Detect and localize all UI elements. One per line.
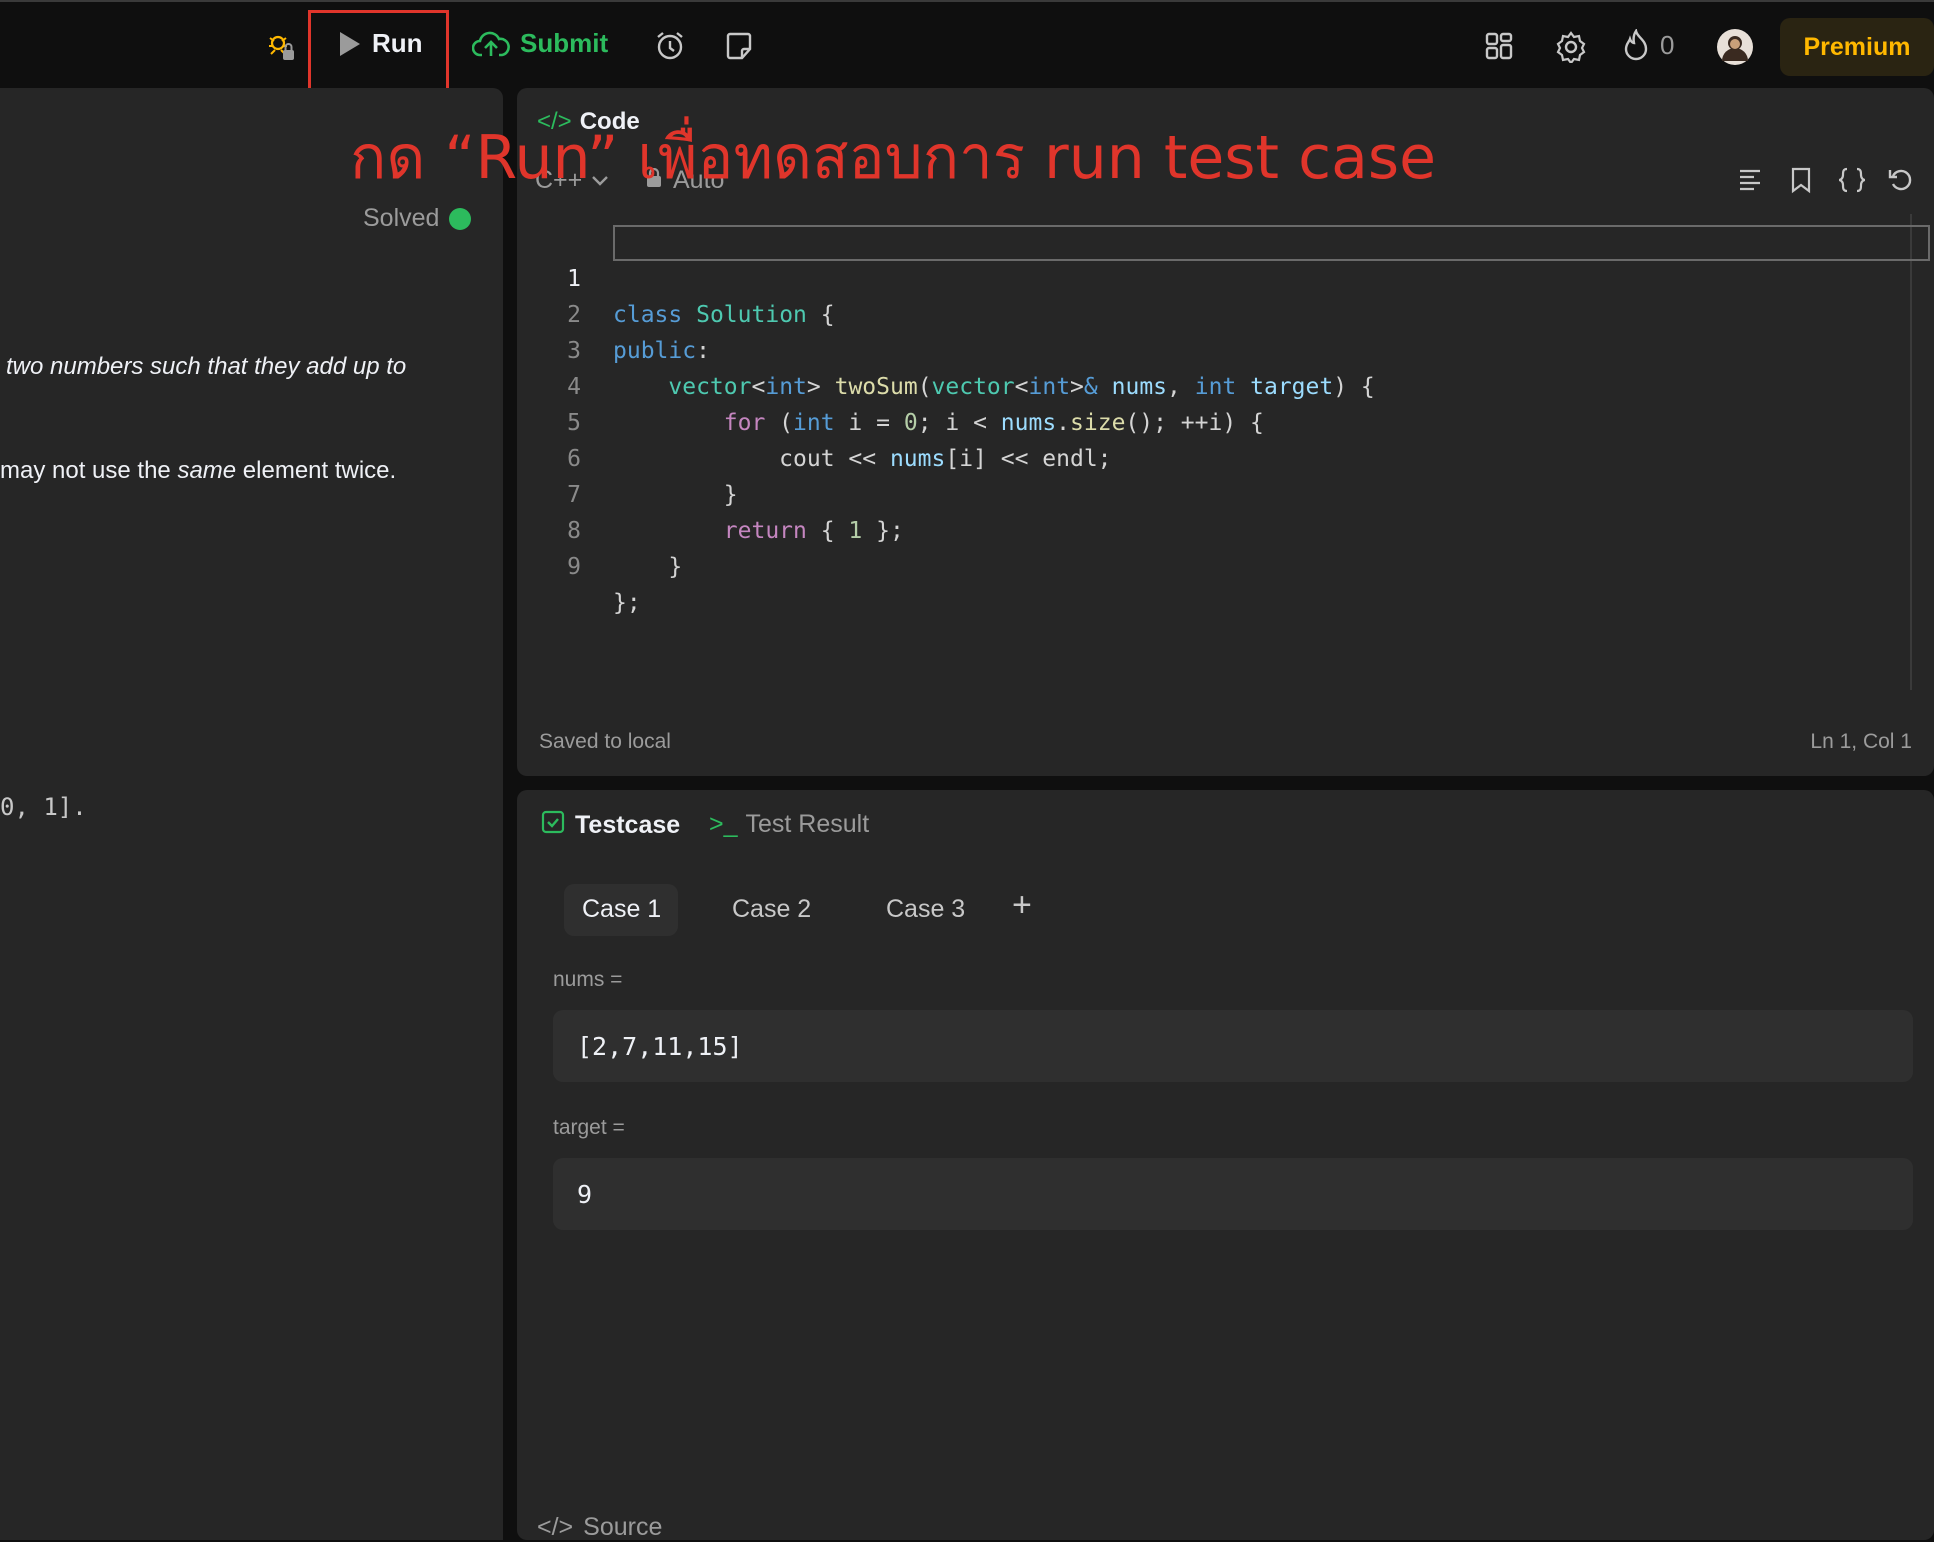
reset-icon[interactable] [1887, 166, 1915, 199]
code-line: 7 return { 1 }; [517, 441, 1934, 544]
description-text-2b: element twice. [236, 457, 397, 484]
debug-lock-icon[interactable] [266, 30, 296, 62]
alarm-icon[interactable] [654, 30, 686, 62]
target-input[interactable]: 9 [553, 1158, 1913, 1230]
fire-icon [1622, 29, 1650, 61]
cursor-position: Ln 1, Col 1 [1810, 730, 1912, 753]
code-brackets-icon: </> [537, 1513, 574, 1541]
description-text-1: two numbers such that they add up to [6, 353, 407, 380]
test-result-tab-label: Test Result [745, 810, 870, 838]
case-2-tab[interactable]: Case 2 [732, 895, 811, 924]
editor-scrollbar[interactable] [1910, 214, 1912, 690]
description-text-2: may not use the same element twice. [0, 457, 396, 485]
testcase-tab-label: Testcase [575, 811, 681, 839]
add-case-button[interactable]: + [1012, 886, 1032, 925]
code-line: 9 }; [517, 513, 1934, 616]
source-link[interactable]: </> Source [537, 1513, 662, 1542]
code-line: 5 cout << nums[i] << endl; [517, 369, 1934, 472]
format-icon[interactable] [1737, 166, 1763, 197]
source-label: Source [583, 1513, 663, 1541]
code-area[interactable]: 1 class Solution { 2 public: 3 vector<in… [517, 225, 1934, 645]
target-label: target = [553, 1116, 625, 1139]
settings-gear-icon[interactable] [1555, 31, 1587, 63]
example-output-fragment: 0, 1]. [0, 793, 87, 821]
description-emphasis: same [177, 457, 237, 484]
solved-status: Solved [363, 204, 472, 233]
bookmark-icon[interactable] [1789, 166, 1813, 199]
nums-input[interactable]: [2,7,11,15] [553, 1010, 1913, 1082]
submit-button[interactable]: Submit [472, 28, 608, 59]
checkbox-icon [541, 810, 565, 841]
case-1-tab[interactable]: Case 1 [582, 895, 661, 924]
solved-label: Solved [363, 204, 440, 232]
description-panel: Solved two numbers such that they add up… [0, 88, 503, 1540]
target-value: 9 [577, 1179, 593, 1209]
nums-label: nums = [553, 968, 623, 991]
layout-icon[interactable] [1484, 31, 1514, 61]
save-status: Saved to local [539, 730, 671, 753]
annotation-text: กด “Run” เพื่อทดสอบการ run test case [350, 123, 1437, 193]
note-icon[interactable] [724, 31, 754, 61]
code-line: 8 } [517, 477, 1934, 580]
line-number: 9 [567, 554, 581, 580]
streak-counter[interactable]: 0 [1622, 29, 1674, 61]
solved-check-icon [449, 207, 472, 230]
code-line: 3 vector<int> twoSum(vector<int>& nums, … [517, 297, 1934, 400]
avatar[interactable] [1716, 28, 1754, 66]
cloud-upload-icon [472, 29, 510, 59]
premium-button[interactable]: Premium [1780, 18, 1934, 76]
submit-label: Submit [520, 28, 609, 58]
code-line: 2 public: [517, 261, 1934, 364]
terminal-icon: >_ [709, 810, 738, 838]
tab-test-result[interactable]: >_ Test Result [709, 810, 869, 839]
run-highlight-box [308, 10, 449, 92]
braces-icon[interactable] [1837, 166, 1867, 199]
code-line: 6 } [517, 405, 1934, 508]
tab-testcase[interactable]: Testcase [541, 810, 680, 841]
streak-count: 0 [1660, 29, 1675, 60]
description-text-2a: may not use the [0, 457, 178, 484]
current-line-highlight [613, 225, 1930, 261]
code-line: 4 for (int i = 0; i < nums.size(); ++i) … [517, 333, 1934, 436]
top-bar: Run Submit 0 Premium [0, 0, 1934, 92]
nums-value: [2,7,11,15] [577, 1031, 743, 1061]
case-3-tab[interactable]: Case 3 [886, 895, 965, 924]
